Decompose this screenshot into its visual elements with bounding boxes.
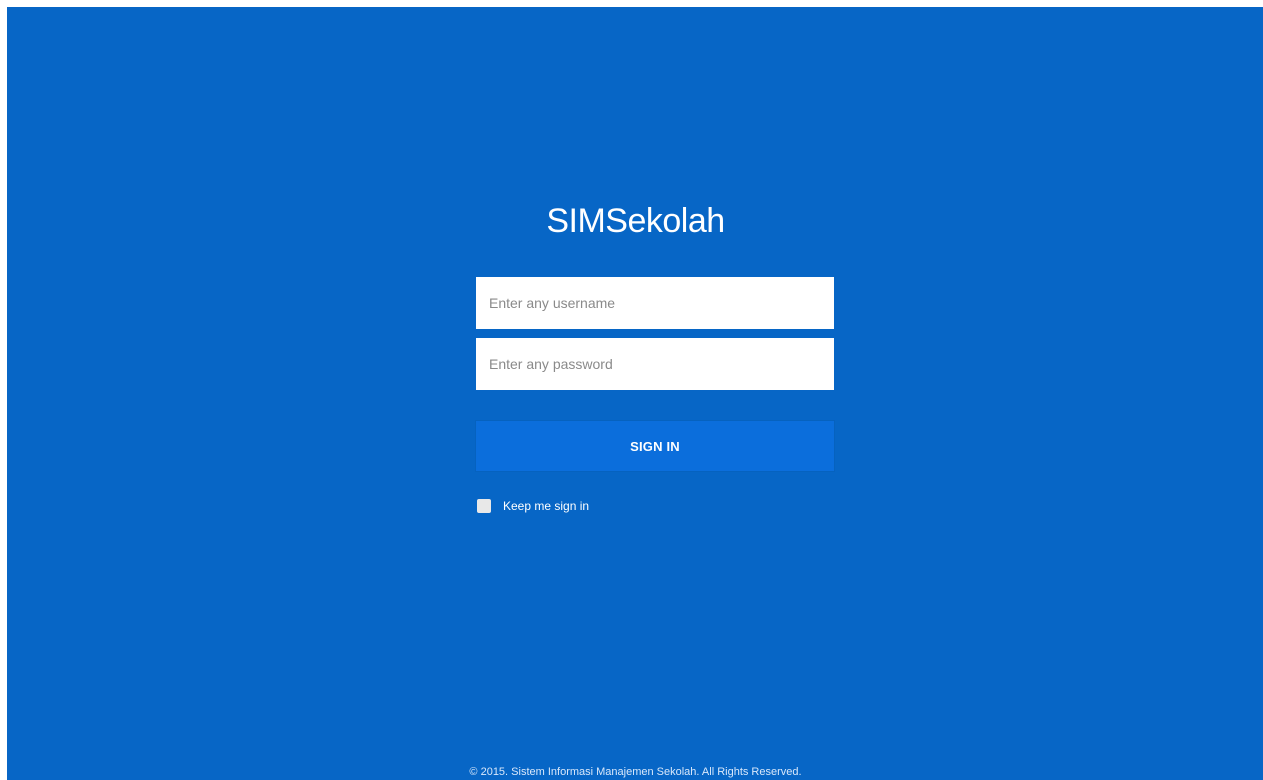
remember-label: Keep me sign in <box>503 499 590 513</box>
remember-checkbox[interactable] <box>477 499 491 513</box>
login-form: SIGN IN Keep me sign in <box>476 277 834 513</box>
remember-me[interactable]: Keep me sign in <box>477 499 834 513</box>
sign-in-button[interactable]: SIGN IN <box>476 421 834 471</box>
footer-copyright: © 2015. Sistem Informasi Manajemen Sekol… <box>469 766 802 778</box>
username-input[interactable] <box>476 277 834 329</box>
login-page: SIMSekolah SIGN IN Keep me sign in © 201… <box>7 7 1263 780</box>
app-title: SIMSekolah <box>546 202 725 240</box>
password-input[interactable] <box>476 338 834 390</box>
